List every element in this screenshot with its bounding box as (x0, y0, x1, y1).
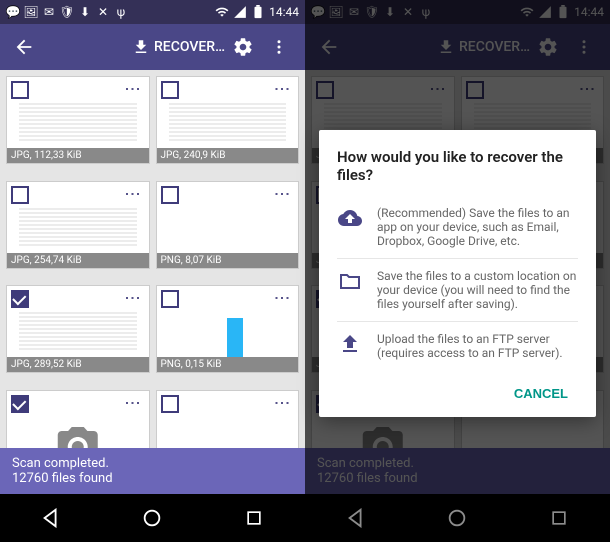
image-tile[interactable]: ⋮ JPG, 240,9 KiB (156, 76, 300, 164)
speech-icon: 💬 (6, 5, 20, 19)
tile-checkbox[interactable] (11, 81, 29, 99)
download-icon (132, 38, 150, 56)
tile-label: JPG, 240,9 KiB (157, 148, 299, 163)
cloud-upload-icon (337, 206, 363, 230)
dialog-option-text: Save the files to a custom location on y… (377, 269, 578, 311)
dialog-title: How would you like to recover the files? (337, 148, 578, 184)
tile-checkbox[interactable] (11, 186, 29, 204)
tile-overflow[interactable]: ⋮ (124, 81, 143, 95)
image-grid[interactable]: ⋮ JPG, 112,33 KiB ⋮ JPG, 240,9 KiB ⋮ JPG, 254… (0, 70, 305, 494)
toolbar: RECOVER… (0, 24, 305, 70)
missed-call-icon: ✕ (96, 5, 110, 19)
tile-overflow[interactable]: ⋮ (124, 395, 143, 409)
tile-overflow[interactable]: ⋮ (124, 186, 143, 200)
tile-label: JPG, 289,52 KiB (7, 357, 149, 372)
tile-checkbox[interactable] (161, 81, 179, 99)
recover-label: RECOVER… (154, 39, 225, 55)
tile-overflow[interactable]: ⋮ (273, 81, 292, 95)
download-icon-sb: ⬇ (78, 5, 92, 19)
image-tile[interactable]: ⋮ JPG, 254,74 KiB (6, 181, 150, 269)
tile-checkbox[interactable] (11, 290, 29, 308)
upload-icon (337, 332, 363, 356)
dialog-option-cloud[interactable]: (Recommended) Save the files to an app o… (337, 196, 578, 258)
tile-checkbox[interactable] (11, 395, 29, 413)
status-time: 14:44 (269, 5, 299, 19)
dialog-option-ftp[interactable]: Upload the files to an FTP server (requi… (337, 321, 578, 370)
cancel-button[interactable]: CANCEL (504, 378, 578, 409)
mail-icon: ✉ (42, 5, 56, 19)
nav-home[interactable] (138, 504, 166, 532)
nav-bar (0, 494, 305, 542)
tile-label: JPG, 254,74 KiB (7, 253, 149, 268)
scan-status-line1: Scan completed. (12, 456, 293, 471)
folder-icon (337, 269, 363, 293)
status-bar: 💬 🖼 ✉ 🛡 ⬇ ✕ ψ 14:44 (0, 0, 305, 24)
dialog-option-text: (Recommended) Save the files to an app o… (377, 206, 578, 248)
recover-button[interactable]: RECOVER… (132, 38, 225, 56)
dialog-option-folder[interactable]: Save the files to a custom location on y… (337, 258, 578, 321)
image-icon: 🖼 (24, 5, 38, 19)
screen-dialog: 💬 🖼 ✉ 🛡 ⬇ ✕ ψ 14:44 RECO (305, 0, 610, 542)
recover-dialog: How would you like to recover the files?… (319, 130, 596, 417)
more-vert-icon (270, 38, 288, 56)
nav-recent[interactable] (240, 504, 268, 532)
screen-gallery: 💬 🖼 ✉ 🛡 ⬇ ✕ ψ 14:44 RECO (0, 0, 305, 542)
scan-status-footer: Scan completed. 12760 files found (0, 448, 305, 494)
settings-button[interactable] (225, 36, 261, 58)
tile-label: JPG, 112,33 KiB (7, 148, 149, 163)
image-tile[interactable]: ⋮ JPG, 289,52 KiB (6, 285, 150, 373)
tile-checkbox[interactable] (161, 395, 179, 413)
tile-checkbox[interactable] (161, 290, 179, 308)
scan-status-line2: 12760 files found (12, 471, 293, 486)
back-button[interactable] (8, 36, 40, 58)
gear-icon (232, 36, 254, 58)
image-tile[interactable]: ⋮ JPG, 112,33 KiB (6, 76, 150, 164)
dialog-option-text: Upload the files to an FTP server (requi… (377, 332, 578, 360)
signal-icon (233, 5, 247, 19)
tile-label: PNG, 8,07 KiB (157, 253, 299, 268)
tile-overflow[interactable]: ⋮ (273, 186, 292, 200)
tile-overflow[interactable]: ⋮ (124, 290, 143, 304)
image-tile[interactable]: ⋮ PNG, 0,15 KiB (156, 285, 300, 373)
tile-overflow[interactable]: ⋮ (273, 395, 292, 409)
overflow-button[interactable] (261, 38, 297, 56)
nav-back[interactable] (37, 504, 65, 532)
tile-checkbox[interactable] (161, 186, 179, 204)
battery-icon (251, 5, 265, 19)
shield-icon: 🛡 (60, 5, 74, 19)
tile-overflow[interactable]: ⋮ (273, 290, 292, 304)
usb-icon: ψ (114, 5, 128, 19)
tile-label: PNG, 0,15 KiB (157, 357, 299, 372)
wifi-icon (215, 5, 229, 19)
image-tile[interactable]: ⋮ PNG, 8,07 KiB (156, 181, 300, 269)
